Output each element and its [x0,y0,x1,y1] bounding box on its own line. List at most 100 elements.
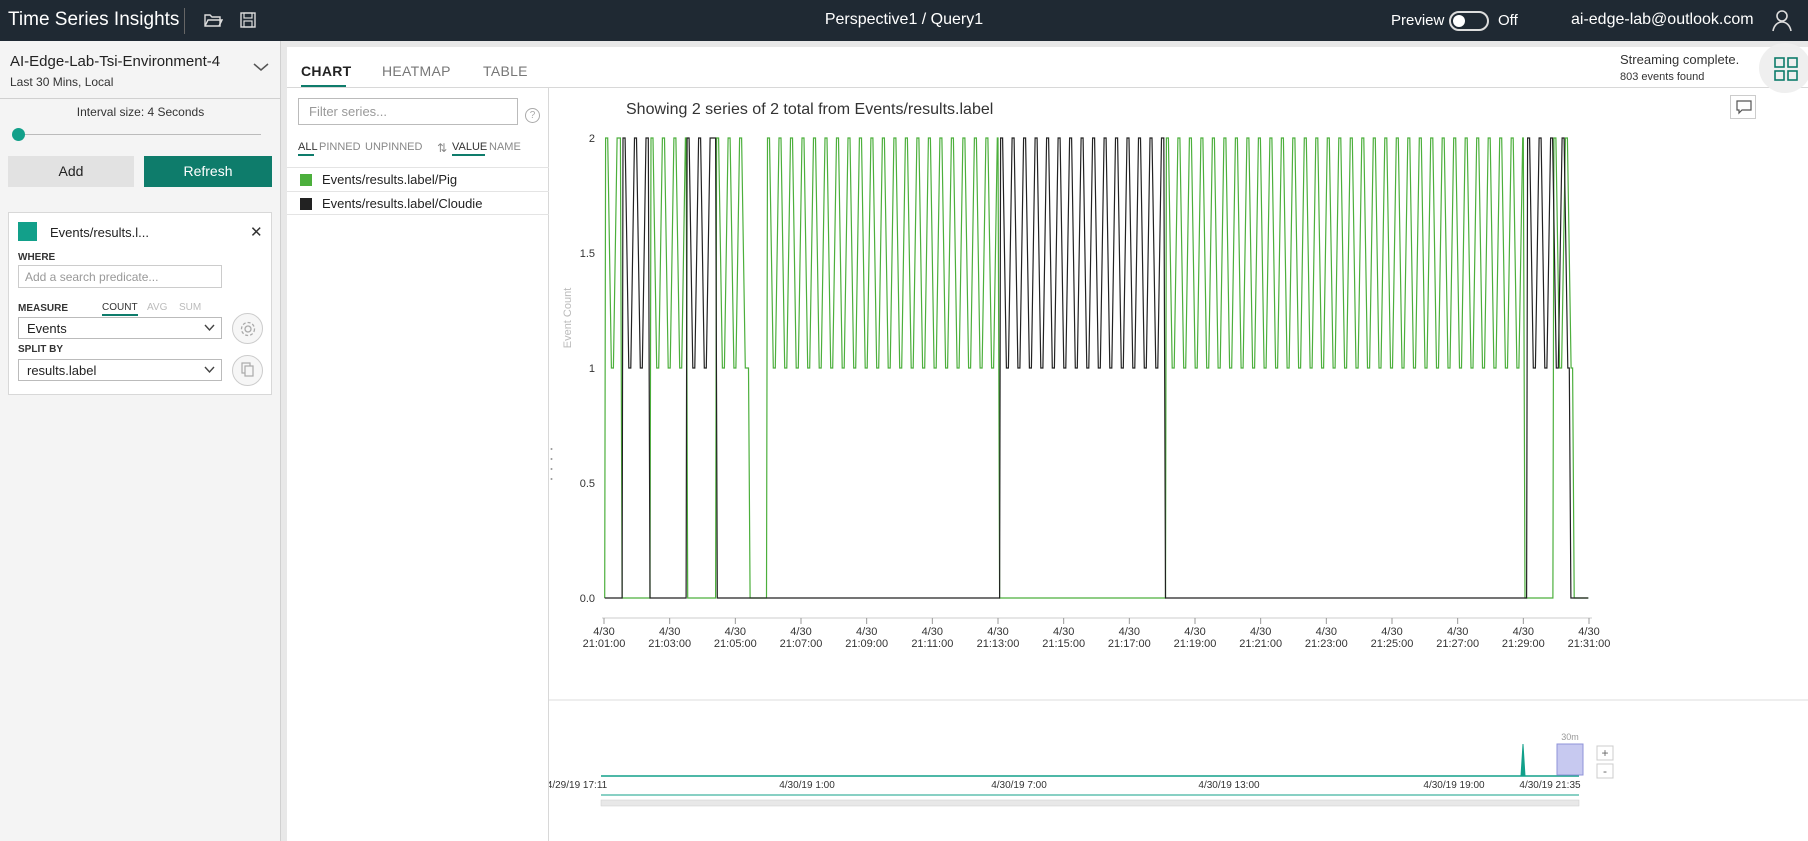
x-tick-label-date: 4/30 [1447,626,1468,638]
x-tick-label-date: 4/30 [659,626,680,638]
x-tick-label-time: 21:13:00 [977,638,1020,650]
series-item-cloudie[interactable]: Events/results.label/Cloudie [287,191,549,215]
toggle-knob [1453,15,1465,27]
layout-toggle-button[interactable] [1759,43,1808,93]
overview-axis-label: 4/30/19 7:00 [991,780,1047,791]
query-title: Events/results.l... [50,225,149,240]
line-chart[interactable]: 21.510.50.0Event Count4/3021:01:004/3021… [549,88,1808,841]
zoom-out-label: - [1603,764,1607,778]
split-by-select[interactable]: results.label [18,359,222,381]
tab-table[interactable]: TABLE [483,63,528,79]
divider [0,98,281,99]
x-tick-label-time: 21:05:00 [714,638,757,650]
x-tick-label-time: 21:25:00 [1371,638,1414,650]
app-title: Time Series Insights [8,9,180,30]
y-tick-label: 1.5 [580,248,595,260]
query-card: Events/results.l... ✕ WHERE Add a search… [8,212,272,395]
series-line-pig [604,137,1589,599]
series-list-pane: Filter series... ? ALL PINNED UNPINNED ⇅… [287,88,549,841]
overview-spike [1520,743,1526,777]
folder-open-icon[interactable] [203,10,223,30]
x-tick-label-time: 21:07:00 [780,638,823,650]
tab-chart[interactable]: CHART [301,63,352,79]
sort-value-underline [452,154,485,156]
x-tick-label-date: 4/30 [1381,626,1402,638]
environment-name[interactable]: AI-Edge-Lab-Tsi-Environment-4 [10,53,220,70]
x-tick-label-time: 21:21:00 [1239,638,1282,650]
user-icon[interactable] [1770,8,1794,32]
filter-all-underline [298,154,314,156]
chevron-down-icon[interactable] [252,61,270,73]
y-axis-label: Event Count [562,288,574,349]
x-tick-label-time: 21:19:00 [1174,638,1217,650]
time-range-label: Last 30 Mins, Local [10,75,114,89]
header-divider [184,8,185,34]
preview-label: Preview [1391,12,1445,29]
settings-button[interactable] [232,313,263,344]
interval-slider-track[interactable] [18,134,261,135]
x-tick-label-time: 21:27:00 [1436,638,1479,650]
y-tick-label: 1 [589,363,595,375]
series-name: Events/results.label/Cloudie [322,196,483,211]
overview-axis-label: 4/30/19 13:00 [1198,780,1260,791]
where-label: WHERE [18,252,56,263]
overview-axis-label: 4/30/19 19:00 [1423,780,1485,791]
overview-scrollbar [600,799,1580,807]
main-panel: CHART HEATMAP TABLE Streaming complete. … [287,43,1808,841]
sort-value[interactable]: VALUE [452,141,487,153]
x-tick-label-date: 4/30 [1316,626,1337,638]
x-tick-label-date: 4/30 [790,626,811,638]
x-tick-label-date: 4/30 [1119,626,1140,638]
x-tick-label-date: 4/30 [1578,626,1599,638]
grid-icon [1774,57,1798,81]
series-name: Events/results.label/Pig [322,172,458,187]
split-by-value: results.label [27,363,97,378]
split-by-label: SPLIT BY [18,344,64,355]
measure-tab-count[interactable]: COUNT [102,302,138,316]
refresh-button[interactable]: Refresh [144,156,272,187]
x-tick-label-time: 21:03:00 [648,638,691,650]
x-tick-label-time: 21:09:00 [845,638,888,650]
measure-select[interactable]: Events [18,317,222,339]
x-tick-label-time: 21:17:00 [1108,638,1151,650]
filter-pinned[interactable]: PINNED [319,141,361,153]
measure-tab-avg[interactable]: AVG [147,302,167,313]
sort-name[interactable]: NAME [489,141,521,153]
measure-tab-sum[interactable]: SUM [179,302,201,313]
interval-size-label: Interval size: 4 Seconds [76,105,205,119]
tab-heatmap[interactable]: HEATMAP [382,63,451,79]
query-panel: AI-Edge-Lab-Tsi-Environment-4 Last 30 Mi… [0,41,281,841]
chevron-down-icon [204,324,215,332]
series-color-swatch [300,174,312,186]
overview-axis-label: 4/30/19 1:00 [779,780,835,791]
query-color-swatch[interactable] [18,222,37,241]
series-color-swatch [300,198,312,210]
close-icon[interactable]: ✕ [250,223,263,241]
x-tick-label-time: 21:31:00 [1568,638,1611,650]
add-button[interactable]: Add [8,156,134,187]
filter-series-input[interactable]: Filter series... [298,98,518,125]
series-item-pig[interactable]: Events/results.label/Pig [287,167,549,191]
save-icon[interactable] [238,10,258,30]
search-predicate-input[interactable]: Add a search predicate... [18,265,222,288]
measure-label: MEASURE [18,303,69,314]
user-email[interactable]: ai-edge-lab@outlook.com [1571,11,1754,29]
filter-unpinned[interactable]: UNPINNED [365,141,422,153]
x-tick-label-time: 21:15:00 [1042,638,1085,650]
preview-toggle[interactable] [1449,11,1489,31]
filter-all[interactable]: ALL [298,141,318,153]
duplicate-button[interactable] [232,355,263,386]
y-tick-label: 2 [589,133,595,145]
x-tick-label-date: 4/30 [1053,626,1074,638]
interval-slider-handle[interactable] [12,128,25,141]
help-icon[interactable]: ? [525,108,540,123]
chevron-down-icon [204,366,215,374]
copy-icon [241,362,254,377]
sort-icon[interactable]: ⇅ [437,141,447,155]
x-tick-label-date: 4/30 [922,626,943,638]
overview-axis-label: 4/30/19 21:35 [1519,780,1581,791]
x-tick-label-date: 4/30 [593,626,614,638]
overview-window-label: 30m [1561,732,1579,742]
toggle-state-label: Off [1498,12,1518,29]
x-tick-label-date: 4/30 [987,626,1008,638]
